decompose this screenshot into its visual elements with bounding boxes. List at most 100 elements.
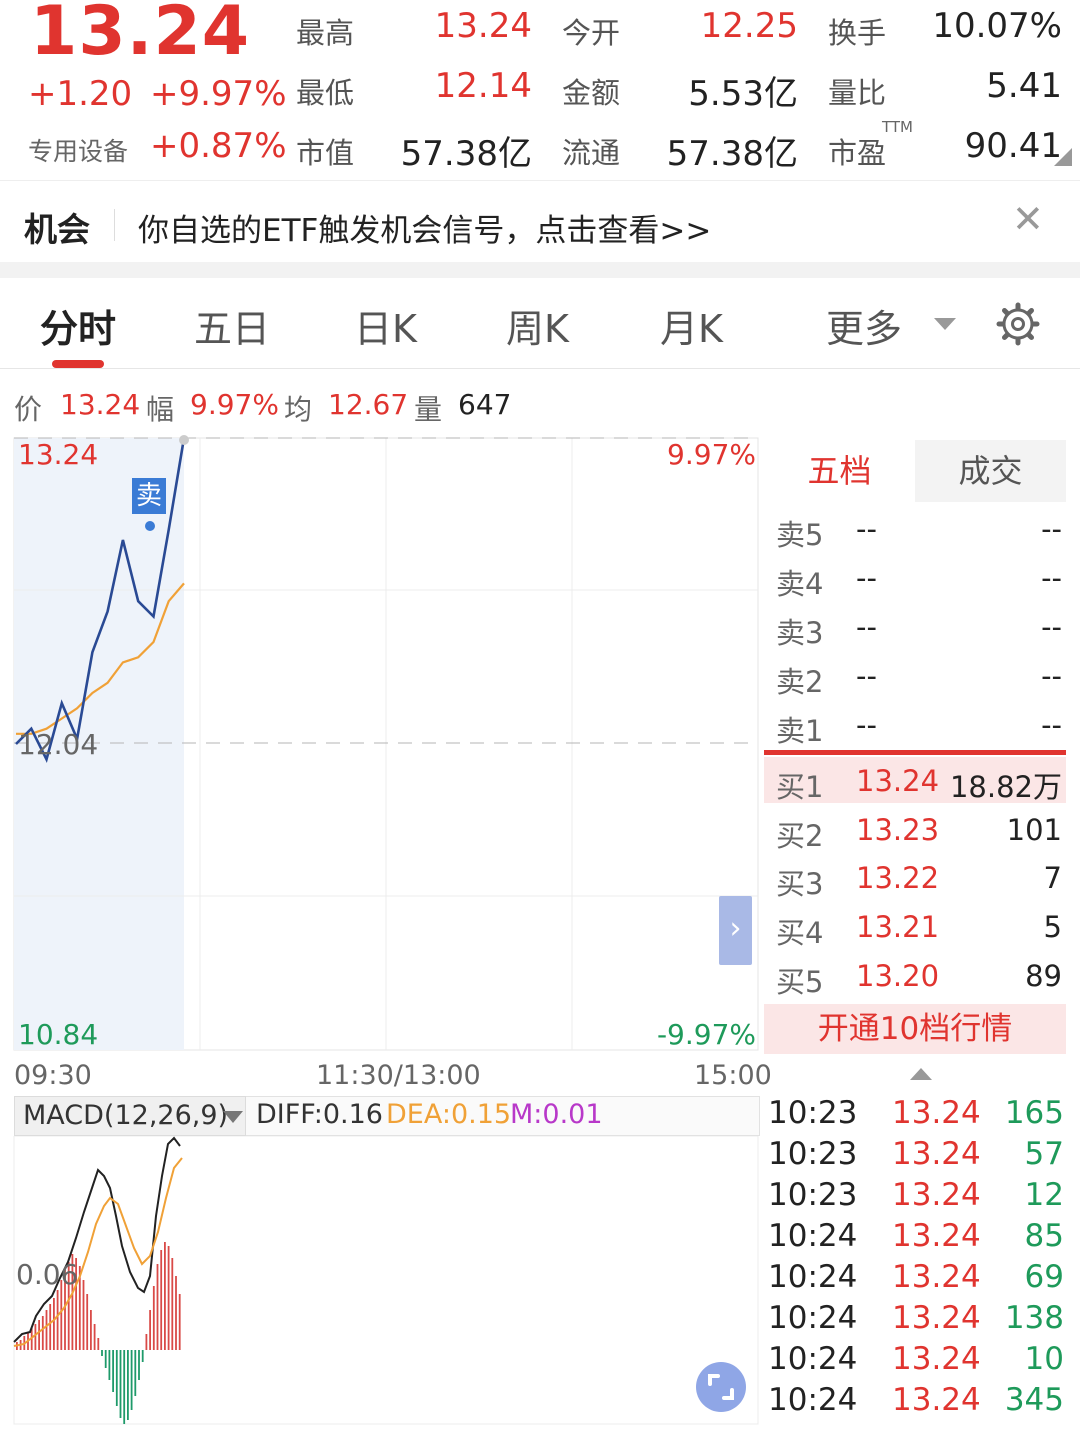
macd-bar bbox=[141, 1350, 144, 1362]
bid-2-label: 买2 bbox=[776, 819, 824, 853]
gear-icon[interactable] bbox=[996, 302, 1040, 346]
volume-ratio-value: 5.41 bbox=[986, 66, 1062, 106]
fullscreen-button[interactable] bbox=[696, 1362, 746, 1412]
tab-trades[interactable]: 成交 bbox=[915, 440, 1066, 502]
macd-bar bbox=[38, 1320, 40, 1350]
close-icon[interactable]: ✕ bbox=[1012, 197, 1044, 241]
tab-daily-k[interactable]: 日K bbox=[354, 298, 417, 353]
y-axis-mid: 12.04 bbox=[18, 728, 99, 761]
opportunity-text[interactable]: 你自选的ETF触发机会信号，点击查看>> bbox=[138, 205, 711, 250]
y-axis-top: 13.24 bbox=[18, 438, 99, 471]
ask-5-price: -- bbox=[856, 512, 877, 546]
macd-diff: DIFF:0.16 bbox=[256, 1099, 383, 1130]
macd-bar bbox=[49, 1304, 52, 1350]
trade-volume: 57 bbox=[1024, 1136, 1064, 1172]
trade-time: 10:23 bbox=[768, 1136, 858, 1172]
expand-corner-icon[interactable] bbox=[1054, 148, 1072, 166]
trade-price: 13.24 bbox=[892, 1341, 981, 1377]
tab-five-day[interactable]: 五日 bbox=[194, 298, 270, 353]
scroll-up-icon[interactable] bbox=[910, 1068, 932, 1080]
macd-selector[interactable]: MACD(12,26,9) bbox=[14, 1096, 246, 1136]
low-label: 最低 bbox=[296, 76, 355, 110]
trade-volume: 345 bbox=[1004, 1382, 1064, 1418]
bid-1-volume: 18.82万 bbox=[949, 770, 1062, 804]
macd-bar bbox=[156, 1264, 159, 1350]
info-vol: 647 bbox=[458, 388, 512, 421]
tab-weekly-k[interactable]: 周K bbox=[506, 298, 569, 353]
trade-price: 13.24 bbox=[892, 1136, 981, 1172]
trade-time: 10:23 bbox=[768, 1095, 858, 1131]
trade-volume: 10 bbox=[1024, 1341, 1064, 1377]
tab-intraday[interactable]: 分时 bbox=[40, 298, 116, 353]
macd-m: M:0.01 bbox=[510, 1099, 603, 1130]
macd-bar bbox=[119, 1350, 122, 1418]
low-value: 12.14 bbox=[434, 66, 532, 106]
info-vol-label: 量 bbox=[414, 393, 443, 426]
bid-1-price: 13.24 bbox=[856, 764, 940, 798]
ask-1-price: -- bbox=[856, 708, 877, 742]
sell-signal-badge[interactable]: 卖 bbox=[132, 478, 166, 514]
fullscreen-icon bbox=[708, 1374, 734, 1400]
macd-chart bbox=[13, 1136, 759, 1425]
macd-bar bbox=[123, 1350, 126, 1424]
bid-5-price: 13.20 bbox=[856, 959, 940, 993]
high-value: 13.24 bbox=[434, 6, 532, 46]
bid-2-price: 13.23 bbox=[856, 813, 940, 847]
tab-monthly-k[interactable]: 月K bbox=[660, 298, 723, 353]
bid-4-label: 买4 bbox=[776, 916, 824, 950]
macd-bar bbox=[160, 1250, 163, 1350]
expand-panel-button[interactable]: › bbox=[719, 896, 752, 965]
active-tab-indicator bbox=[52, 360, 104, 368]
macd-bar bbox=[101, 1350, 103, 1356]
sector-name[interactable]: 专用设备 bbox=[28, 132, 128, 168]
opportunity-bar[interactable]: 机会 你自选的ETF触发机会信号，点击查看>> ✕ bbox=[0, 180, 1080, 262]
price-change-pct: +9.97% bbox=[150, 74, 287, 114]
tab-five-levels[interactable]: 五档 bbox=[764, 440, 915, 502]
section-divider bbox=[0, 262, 1080, 278]
macd-bar bbox=[149, 1310, 151, 1350]
trade-volume: 165 bbox=[1004, 1095, 1064, 1131]
market-cap-label: 市值 bbox=[296, 136, 355, 170]
ask-2-volume: -- bbox=[1041, 659, 1062, 693]
macd-bar bbox=[127, 1350, 129, 1420]
open-label: 今开 bbox=[562, 16, 621, 50]
amount-label: 金额 bbox=[562, 76, 621, 110]
market-cap-value: 57.38亿 bbox=[400, 134, 532, 174]
trade-price: 13.24 bbox=[892, 1300, 981, 1336]
macd-bar bbox=[152, 1286, 155, 1350]
bid-3-volume: 7 bbox=[1043, 861, 1062, 895]
pe-label: 市盈 bbox=[828, 136, 887, 170]
ask-4-volume: -- bbox=[1041, 561, 1062, 595]
bid-1-label: 买1 bbox=[776, 770, 824, 804]
orderbook-tabs: 五档 成交 bbox=[764, 440, 1066, 502]
trade-price: 13.24 bbox=[892, 1382, 981, 1418]
upgrade-10-levels-button[interactable]: 开通10档行情 bbox=[764, 1004, 1066, 1054]
macd-title: MACD(12,26,9) bbox=[23, 1100, 229, 1131]
macd-bar bbox=[56, 1290, 59, 1350]
macd-bar bbox=[115, 1350, 118, 1406]
trade-price: 13.24 bbox=[892, 1218, 981, 1254]
info-amp: 9.97% bbox=[190, 388, 279, 421]
macd-bar bbox=[112, 1350, 114, 1392]
ask-3-label: 卖3 bbox=[776, 616, 824, 650]
ask-3-volume: -- bbox=[1041, 610, 1062, 644]
ask-4-label: 卖4 bbox=[776, 567, 824, 601]
pct-axis-top: 9.97% bbox=[667, 438, 756, 471]
trade-time: 10:23 bbox=[768, 1177, 858, 1213]
chevron-down-icon[interactable] bbox=[934, 318, 956, 330]
macd-bar bbox=[145, 1334, 148, 1350]
macd-bar bbox=[171, 1258, 174, 1350]
trade-time: 10:24 bbox=[768, 1382, 858, 1418]
open-value: 12.25 bbox=[700, 6, 798, 46]
tab-more[interactable]: 更多 bbox=[826, 298, 902, 353]
macd-bar bbox=[34, 1324, 37, 1350]
bid-2-volume: 101 bbox=[1006, 813, 1062, 847]
high-label: 最高 bbox=[296, 16, 355, 50]
float-cap-label: 流通 bbox=[562, 136, 621, 170]
macd-frame bbox=[13, 1136, 759, 1425]
trade-volume: 85 bbox=[1024, 1218, 1064, 1254]
macd-bar bbox=[41, 1316, 44, 1350]
intraday-chart[interactable] bbox=[0, 430, 762, 1060]
ask-5-label: 卖5 bbox=[776, 518, 824, 552]
macd-bar bbox=[93, 1324, 96, 1350]
